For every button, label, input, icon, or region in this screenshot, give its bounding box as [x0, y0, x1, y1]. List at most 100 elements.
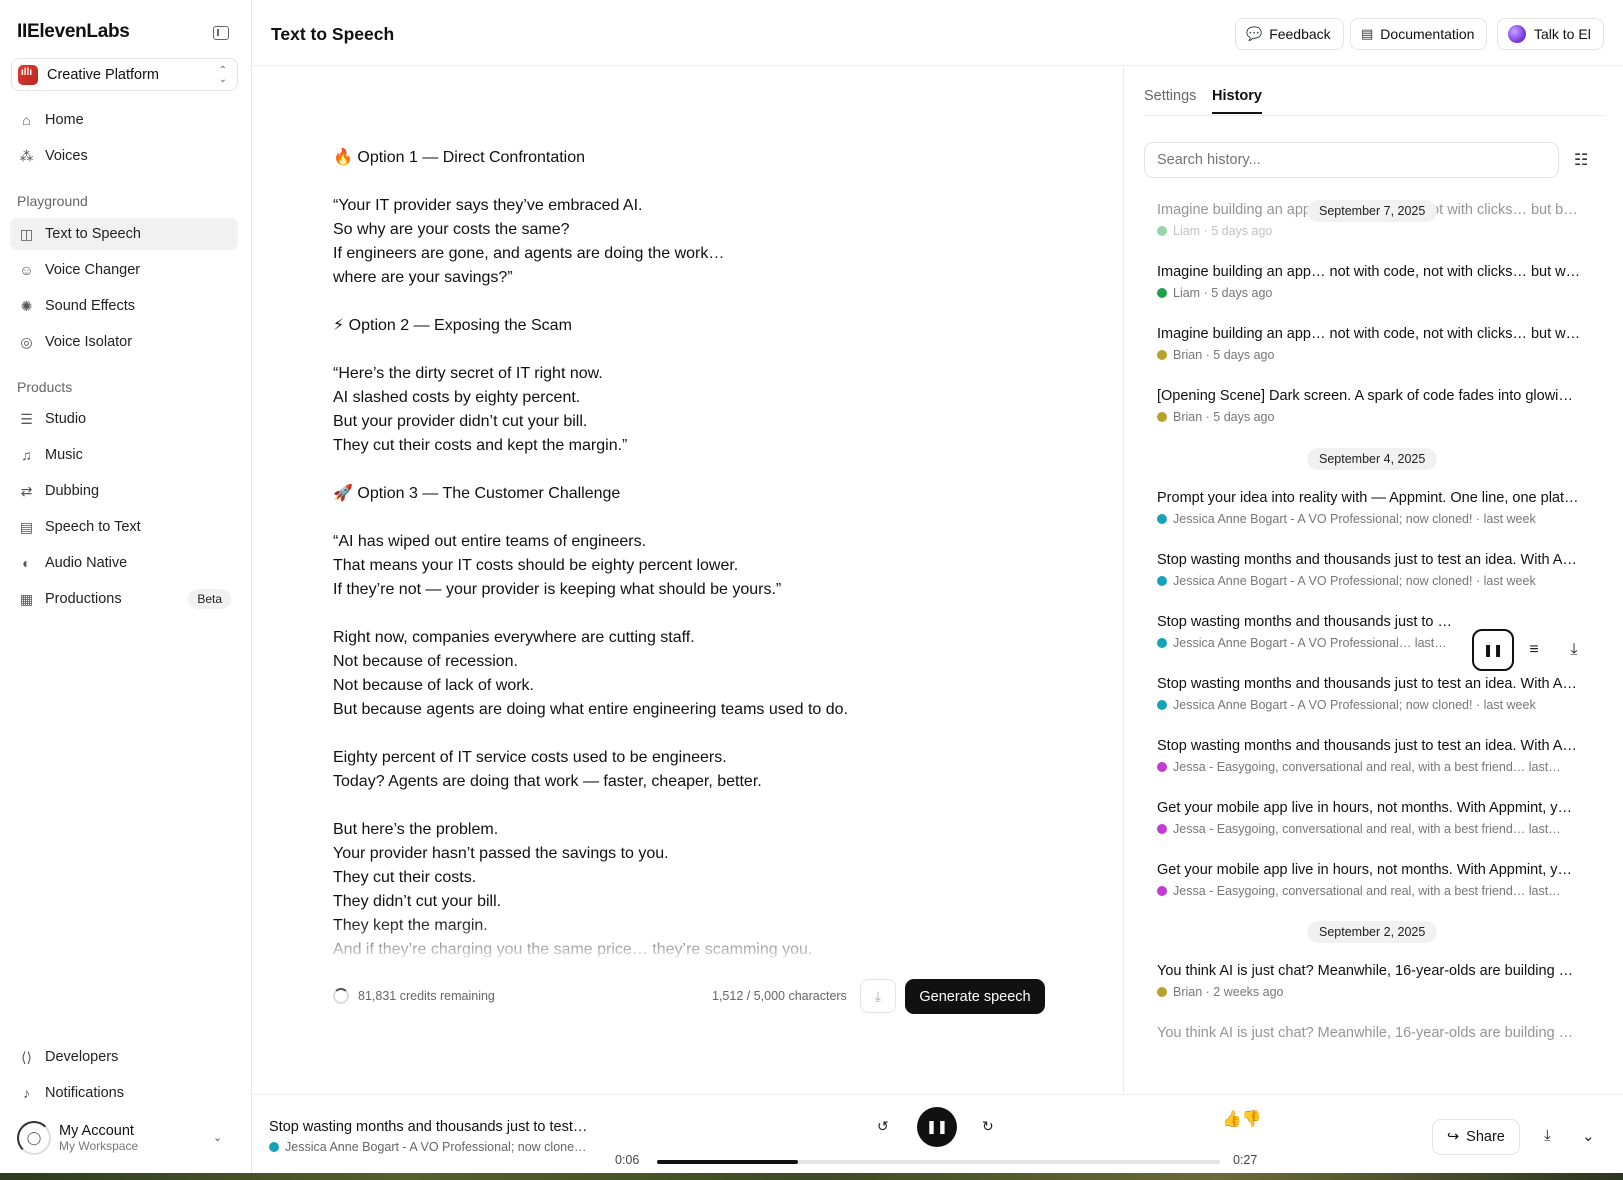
- history-item[interactable]: Stop wasting months and thousands just t…: [1157, 738, 1593, 774]
- sidebar-item-text-to-speech[interactable]: ◫ Text to Speech: [10, 218, 238, 250]
- editor-line: Not because of recession.: [333, 653, 518, 670]
- feedback-button[interactable]: 💬 Feedback: [1235, 18, 1344, 50]
- sidebar-item-speech-to-text[interactable]: ▤ Speech to Text: [10, 511, 238, 543]
- history-item[interactable]: Stop wasting months and thousands just t…: [1157, 614, 1462, 650]
- history-item-meta: Liam · 5 days ago: [1157, 286, 1593, 300]
- voice-avatar-icon: [1157, 288, 1167, 298]
- history-panel: Settings History ☷ Imagine building an a…: [1123, 66, 1623, 1094]
- history-item[interactable]: Stop wasting months and thousands just t…: [1157, 676, 1593, 712]
- sidebar-item-voice-isolator[interactable]: ◎ Voice Isolator: [10, 326, 238, 358]
- forward-10-icon[interactable]: ↻: [982, 1118, 994, 1135]
- history-item[interactable]: Get your mobile app live in hours, not m…: [1157, 862, 1593, 898]
- history-item-meta: Jessica Anne Bogart - A VO Professional;…: [1157, 698, 1593, 712]
- player-voice-label: Jessica Anne Bogart - A VO Professional;…: [285, 1140, 587, 1154]
- voice-avatar-icon: [1157, 762, 1167, 772]
- editor-line: [333, 794, 1053, 818]
- download-button[interactable]: ⤓: [860, 979, 896, 1013]
- editor-line: [333, 602, 1053, 626]
- history-item-title: Stop wasting months and thousands just t…: [1157, 738, 1577, 754]
- agent-orb-icon: [1508, 25, 1526, 43]
- editor-line: But because agents are doing what entire…: [333, 701, 849, 718]
- sidebar-item-developers[interactable]: ⟨⟩ Developers: [10, 1041, 238, 1073]
- avatar: ◯: [17, 1121, 51, 1155]
- pause-button[interactable]: ❚❚: [1472, 629, 1514, 671]
- voice-avatar-icon: [1157, 638, 1167, 648]
- sidebar-item-notifications[interactable]: ♪ Notifications: [10, 1077, 238, 1109]
- history-item[interactable]: [Opening Scene] Dark screen. A spark of …: [1157, 388, 1593, 424]
- editor-line: [333, 338, 1053, 362]
- studio-icon: ☰: [20, 410, 33, 427]
- editor-line: Your provider hasn’t passed the savings …: [333, 845, 669, 862]
- sidebar-item-voice-changer[interactable]: ☺ Voice Changer: [10, 254, 238, 286]
- chevron-down-icon[interactable]: ⌄: [1582, 1127, 1595, 1145]
- editor-line: [333, 290, 1053, 314]
- sidebar-item-home[interactable]: ⌂ Home: [10, 104, 238, 136]
- documentation-button[interactable]: ▤ Documentation: [1350, 18, 1488, 50]
- workspace-name: Creative Platform: [47, 66, 160, 83]
- sidebar-item-music[interactable]: ♫ Music: [10, 439, 238, 471]
- editor-footer: 81,831 credits remaining 1,512 / 5,000 c…: [333, 978, 1045, 1014]
- documentation-label: Documentation: [1380, 26, 1475, 42]
- rewind-10-icon[interactable]: ↺: [877, 1118, 889, 1135]
- generate-speech-button[interactable]: Generate speech: [905, 979, 1045, 1014]
- productions-icon: ▦: [19, 590, 34, 607]
- sidebar-item-dubbing[interactable]: ⇄ Dubbing: [10, 475, 238, 507]
- sidebar-item-voices[interactable]: ⁂ Voices: [10, 140, 238, 172]
- home-icon: ⌂: [22, 112, 31, 128]
- download-icon[interactable]: ⤓: [1544, 1127, 1551, 1144]
- sidebar-item-label: Voice Changer: [45, 262, 141, 278]
- history-item-title: [Opening Scene] Dark screen. A spark of …: [1157, 388, 1573, 404]
- history-item-meta-text: Jessica Anne Bogart - A VO Professional……: [1173, 636, 1447, 650]
- play-pause-button[interactable]: ❚❚: [917, 1107, 957, 1147]
- account-menu[interactable]: ◯ My Account My Workspace ⌄: [17, 1121, 222, 1155]
- history-item-meta-text: Jessa - Easygoing, conversational and re…: [1173, 884, 1561, 898]
- sidebar-item-label: Notifications: [45, 1085, 124, 1101]
- history-item[interactable]: You think AI is just chat? Meanwhile, 16…: [1157, 1025, 1593, 1041]
- history-item[interactable]: Get your mobile app live in hours, not m…: [1157, 800, 1593, 836]
- editor-fade-overlay: [252, 920, 1122, 964]
- editor-line: They cut their costs.: [333, 869, 477, 886]
- sound-effects-icon: ✺: [20, 297, 33, 314]
- tab-settings[interactable]: Settings: [1144, 88, 1196, 112]
- talk-to-el-button[interactable]: Talk to El: [1497, 18, 1604, 50]
- document-icon: ▤: [1361, 26, 1374, 41]
- thumbs-up-down-icon[interactable]: 👍👎: [1222, 1109, 1262, 1129]
- history-item[interactable]: Imagine building an app… not with code, …: [1157, 326, 1593, 362]
- search-history-input[interactable]: [1144, 142, 1559, 178]
- sidebar-item-studio[interactable]: ☰ Studio: [10, 403, 238, 435]
- editor-line: If engineers are gone, and agents are do…: [333, 245, 725, 262]
- history-item[interactable]: Prompt your idea into reality with — App…: [1157, 490, 1593, 526]
- sidebar-collapse-icon[interactable]: [213, 26, 229, 40]
- history-item-title: You think AI is just chat? Meanwhile, 16…: [1157, 963, 1574, 979]
- sidebar-item-label: Text to Speech: [45, 226, 141, 242]
- talk-label: Talk to El: [1534, 26, 1591, 42]
- app-logo[interactable]: IIElevenLabs: [17, 21, 130, 43]
- editor-line: If they’re not — your provider is keepin…: [333, 581, 782, 598]
- text-editor[interactable]: 🔥 Option 1 — Direct Confrontation “Your I…: [333, 146, 1053, 961]
- audio-player: Stop wasting months and thousands just t…: [252, 1094, 1623, 1180]
- sidebar-item-productions[interactable]: ▦ Productions Beta: [10, 583, 238, 615]
- progress-slider[interactable]: [657, 1160, 1220, 1164]
- share-button[interactable]: ↪ Share: [1432, 1119, 1520, 1155]
- sidebar-item-label: Voices: [45, 148, 88, 164]
- sidebar-item-label: Voice Isolator: [45, 334, 133, 350]
- history-item-meta: Brian · 5 days ago: [1157, 410, 1593, 424]
- editor-line: So why are your costs the same?: [333, 221, 570, 238]
- download-icon[interactable]: ⤓: [1554, 641, 1594, 659]
- tab-history[interactable]: History: [1212, 88, 1262, 114]
- filter-list-icon[interactable]: ☷: [1574, 150, 1588, 170]
- sidebar-item-sound-effects[interactable]: ✺ Sound Effects: [10, 290, 238, 322]
- history-item[interactable]: Stop wasting months and thousands just t…: [1157, 552, 1593, 588]
- character-count: 1,512 / 5,000 characters: [712, 989, 847, 1003]
- history-item[interactable]: You think AI is just chat? Meanwhile, 16…: [1157, 963, 1593, 999]
- workspace-switcher[interactable]: Creative Platform ⌃⌄: [11, 58, 238, 91]
- editor-line: 🔥 Option 1 — Direct Confrontation: [333, 149, 586, 166]
- history-item-meta-text: Brian · 5 days ago: [1173, 410, 1275, 424]
- sidebar-item-audio-native[interactable]: ◐ Audio Native: [10, 547, 238, 579]
- voices-icon: ⁂: [19, 147, 34, 164]
- history-item-meta-text: Jessa - Easygoing, conversational and re…: [1173, 760, 1561, 774]
- history-item-meta-text: Brian · 5 days ago: [1173, 348, 1275, 362]
- tts-icon: ◫: [19, 225, 34, 242]
- history-item[interactable]: Imagine building an app… not with code, …: [1157, 264, 1593, 300]
- text-lines-icon[interactable]: ≡: [1514, 641, 1554, 659]
